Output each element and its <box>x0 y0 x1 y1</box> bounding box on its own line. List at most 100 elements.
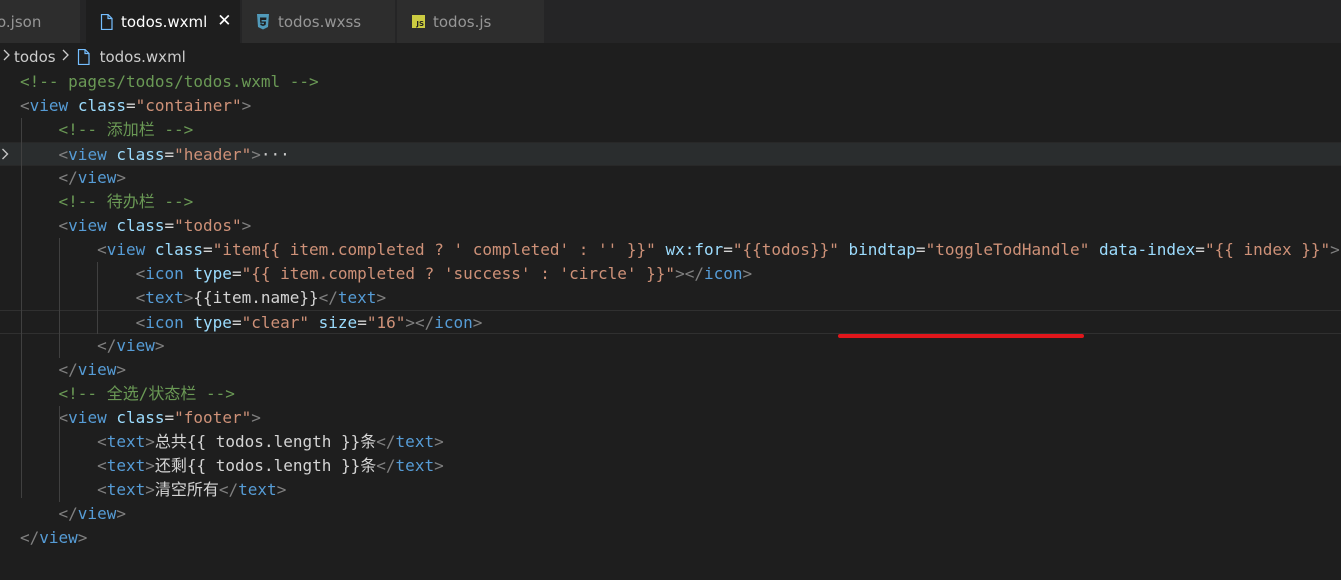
code-line[interactable]: <view class="todos"> <box>0 214 1341 238</box>
code-text: <text>总共{{ todos.length }}条</text> <box>20 430 444 454</box>
code-token: view <box>77 360 117 379</box>
tab-label: todos.js <box>433 12 492 31</box>
code-token: view <box>68 145 107 164</box>
code-token: "item{{ item.completed ? ' completed' : … <box>212 240 656 259</box>
file-icon <box>100 13 113 30</box>
code-line[interactable]: </view> <box>0 526 1341 550</box>
code-token: class <box>77 96 126 115</box>
code-token: view <box>68 408 107 427</box>
code-token: = <box>164 216 175 235</box>
close-icon[interactable]: ✕ <box>217 13 231 30</box>
code-line[interactable]: <!-- 全选/状态栏 --> <box>0 382 1341 406</box>
code-token: > <box>116 168 126 187</box>
code-token: = <box>357 313 367 332</box>
editor-tab-bar: o.json todos.wxml ✕ todos.wxss JS todos.… <box>0 0 1341 43</box>
code-token: < <box>20 96 30 115</box>
code-line[interactable]: <text>{{item.name}}</text> <box>0 286 1341 310</box>
indent-guide <box>59 406 60 502</box>
code-text: </view> <box>20 358 126 382</box>
code-token: text <box>106 456 146 475</box>
code-line[interactable]: <view class="header">··· <box>0 142 1341 166</box>
tab-todos-wxml[interactable]: todos.wxml ✕ <box>86 0 241 43</box>
code-token: < <box>135 313 146 332</box>
code-token: = <box>1195 240 1205 259</box>
code-text: <icon type="clear" size="16"></icon> <box>20 311 483 335</box>
code-line[interactable]: </view> <box>0 334 1341 358</box>
code-token: > <box>145 456 155 475</box>
code-token: > <box>145 480 155 499</box>
code-token: "{{ item.completed ? 'success' : 'circle… <box>241 264 676 283</box>
code-token: class <box>116 408 165 427</box>
code-token: </ <box>218 480 239 499</box>
code-token: > <box>434 432 444 451</box>
code-token: type <box>193 264 232 283</box>
code-token: 清空所有 <box>154 480 219 499</box>
code-token: < <box>58 216 69 235</box>
code-token: ></ <box>405 313 435 332</box>
code-line[interactable]: <text>清空所有</text> <box>0 478 1341 502</box>
code-line[interactable]: <!-- pages/todos/todos.wxml --> <box>0 70 1341 94</box>
code-token: > <box>241 96 252 115</box>
code-line[interactable]: <view class="footer"> <box>0 406 1341 430</box>
tab-todos-wxss[interactable]: todos.wxss <box>242 0 396 43</box>
code-token: </ <box>376 432 396 451</box>
folded-ellipsis[interactable]: ··· <box>261 145 290 164</box>
code-token: "todos" <box>174 216 242 235</box>
tab-todos-js[interactable]: JS todos.js <box>397 0 545 43</box>
code-token: = <box>723 240 733 259</box>
file-icon <box>77 49 90 65</box>
code-token: > <box>145 432 155 451</box>
breadcrumb-folder[interactable]: todos <box>14 48 56 66</box>
breadcrumb-file[interactable]: todos.wxml <box>100 48 186 66</box>
code-line[interactable]: </view> <box>0 502 1341 526</box>
code-line[interactable]: <!-- 待办栏 --> <box>0 190 1341 214</box>
code-line[interactable]: </view> <box>0 358 1341 382</box>
tab-json[interactable]: o.json <box>0 0 81 43</box>
code-token: > <box>154 336 165 355</box>
code-line[interactable]: <!-- 添加栏 --> <box>0 118 1341 142</box>
code-line[interactable]: </view> <box>0 166 1341 190</box>
chevron-right-icon <box>62 49 69 65</box>
code-token: > <box>183 288 194 307</box>
code-line[interactable]: <view class="item{{ item.completed ? ' c… <box>0 238 1341 262</box>
code-token: </ <box>58 504 78 523</box>
code-token: size <box>318 313 358 332</box>
code-editor[interactable]: </view> </view> <text>清空所有</text> <text>… <box>0 70 1341 580</box>
code-line[interactable]: <text>还剩{{ todos.length }}条</text> <box>0 454 1341 478</box>
code-line[interactable]: <text>总共{{ todos.length }}条</text> <box>0 430 1341 454</box>
red-underline-annotation <box>838 334 1084 338</box>
code-text: <!-- 待办栏 --> <box>20 190 194 214</box>
code-text: <icon type="{{ item.completed ? 'success… <box>20 262 753 286</box>
code-token: view <box>77 504 117 523</box>
code-line[interactable]: <icon type="{{ item.completed ? 'success… <box>0 262 1341 286</box>
code-token: bindtap <box>848 240 916 259</box>
code-token: <!-- 待办栏 --> <box>58 192 194 211</box>
code-line[interactable]: <view class="container"> <box>0 94 1341 118</box>
code-token: class <box>116 145 165 164</box>
breadcrumb: todos todos.wxml <box>0 44 186 70</box>
tab-label: o.json <box>0 12 42 31</box>
code-line[interactable]: <icon type="clear" size="16"></icon> <box>0 310 1341 334</box>
code-token: "{{ index }}" <box>1204 240 1331 259</box>
code-token: > <box>251 408 261 427</box>
code-token: ></ <box>675 264 704 283</box>
code-token: "footer" <box>174 408 252 427</box>
code-token: > <box>276 480 287 499</box>
js-file-icon: JS <box>412 15 425 28</box>
code-text: <!-- 全选/状态栏 --> <box>20 382 235 406</box>
fold-chevron-icon[interactable] <box>1 143 9 167</box>
code-token: text <box>145 288 184 307</box>
code-token: </ <box>58 168 78 187</box>
